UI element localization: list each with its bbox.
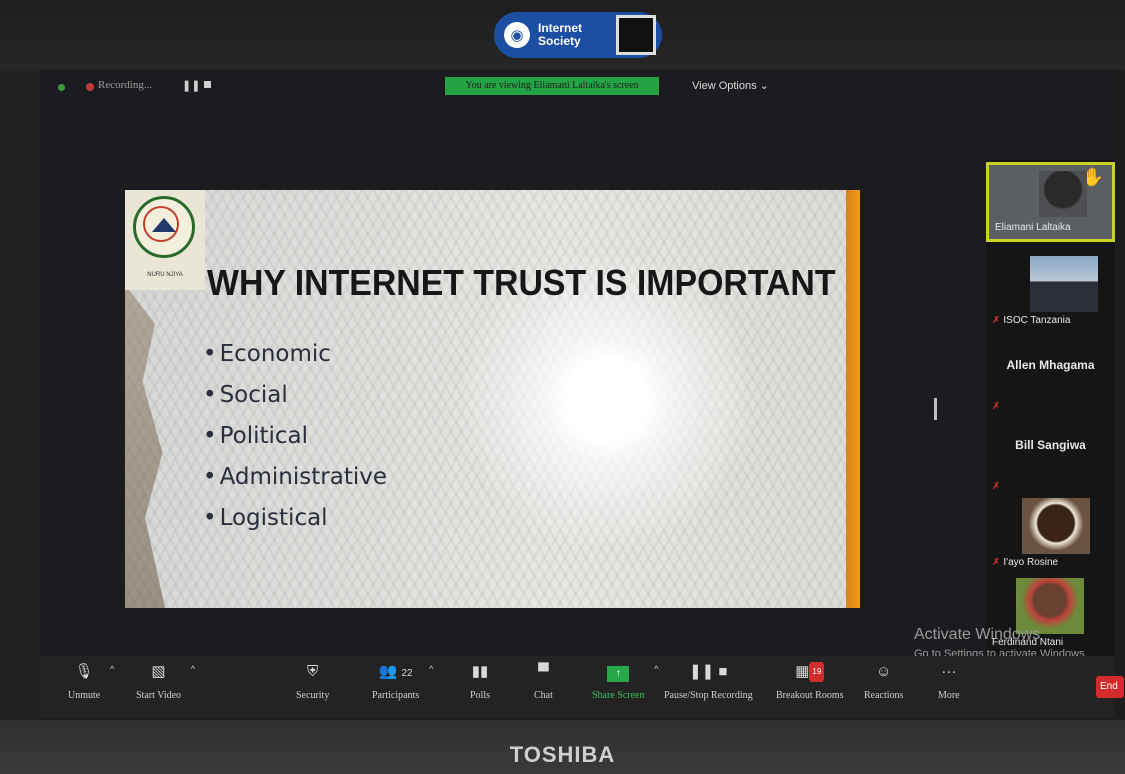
- internet-society-sticker: ◉ Internet Society: [494, 12, 662, 58]
- bullet-item: • Political: [203, 423, 309, 449]
- participant-name: ISOC Tanzania: [1003, 315, 1071, 326]
- pause-stop-icon: ❚❚ ■: [689, 663, 728, 680]
- breakout-rooms-button[interactable]: ▦ 19 Breakout Rooms: [776, 662, 844, 701]
- zoom-meeting-window: Recording... ❚❚ You are viewing Eliamani…: [40, 70, 1124, 720]
- security-button[interactable]: ⛨ Security: [296, 662, 329, 701]
- participant-name: Allen Mhagama: [1006, 358, 1095, 372]
- laptop-bezel-left: [0, 70, 40, 720]
- recording-status: Recording...: [98, 79, 153, 91]
- chevron-up-icon[interactable]: ^: [191, 664, 195, 674]
- bullet-item: • Economic: [203, 341, 331, 367]
- muted-mic-icon: ✗: [992, 401, 1001, 412]
- muted-mic-icon: ✗: [992, 481, 1001, 492]
- chat-button[interactable]: ▀ Chat: [534, 662, 553, 701]
- participant-tile[interactable]: Bill Sangiwa ✗: [986, 418, 1115, 498]
- more-button[interactable]: ··· More: [938, 662, 960, 701]
- chat-icon: ▀: [538, 663, 549, 680]
- participant-tile-active[interactable]: ✋ Eliamani Laltaika: [986, 162, 1115, 242]
- participant-photo: [1022, 498, 1090, 554]
- share-screen-label: Share Screen: [592, 690, 645, 701]
- polls-icon: ▮▮: [471, 663, 489, 680]
- emoji-plus-icon: ☺: [876, 663, 892, 680]
- video-off-icon: ▧: [151, 663, 166, 680]
- participant-tile[interactable]: ✗ I'ayo Rosine: [986, 494, 1115, 574]
- laptop-bezel-right: [1115, 70, 1125, 720]
- sticker-label: Internet Society: [538, 21, 583, 48]
- pause-icon[interactable]: ❚❚: [182, 79, 200, 92]
- unmute-button[interactable]: 🎙 ^ Unmute: [68, 662, 114, 701]
- pause-stop-recording-button[interactable]: ❚❚ ■ Pause/Stop Recording: [664, 662, 753, 701]
- security-shield-icon[interactable]: [58, 84, 65, 91]
- muted-mic-icon: ✗: [992, 557, 1001, 568]
- participants-panel: ✋ Eliamani Laltaika ✗ ISOC Tanzania Allen…: [986, 160, 1115, 680]
- chat-label: Chat: [534, 690, 553, 701]
- watermark-title: Activate Windows: [914, 626, 1041, 643]
- slide-accent-bar: [846, 190, 860, 608]
- start-video-button[interactable]: ▧ ^ Start Video: [136, 662, 195, 701]
- breakout-label: Breakout Rooms: [776, 690, 844, 701]
- share-screen-icon: ↑: [607, 666, 630, 682]
- stop-icon[interactable]: [204, 81, 211, 88]
- reactions-button[interactable]: ☺ Reactions: [864, 662, 903, 701]
- end-label: End: [1100, 681, 1118, 692]
- bullet-item: • Logistical: [203, 505, 328, 531]
- participant-name: I'ayo Rosine: [1003, 557, 1059, 568]
- end-button[interactable]: End: [1096, 676, 1124, 698]
- participants-label: Participants: [372, 690, 420, 701]
- participant-label: ✗ I'ayo Rosine: [992, 557, 1058, 568]
- bullet-item: • Administrative: [203, 464, 387, 490]
- viewing-screen-banner: You are viewing Eliamani Laltaika's scre…: [445, 77, 659, 95]
- polls-button[interactable]: ▮▮ Polls: [470, 662, 490, 701]
- slide-decoration: [125, 285, 165, 608]
- share-icon-wrap: ↑: [592, 662, 644, 682]
- globe-icon: ◉: [504, 22, 530, 48]
- start-video-label: Start Video: [136, 690, 182, 701]
- participant-name: Bill Sangiwa: [1015, 438, 1086, 452]
- participant-photo: [1030, 256, 1098, 312]
- breakout-icon-wrap: ▦ 19: [776, 662, 844, 682]
- webcam: [616, 15, 656, 55]
- participant-tile[interactable]: Allen Mhagama ✗: [986, 338, 1115, 418]
- participants-icon-wrap: 👥 22: [372, 662, 419, 682]
- participants-count: 22: [401, 668, 413, 679]
- more-dots-icon: ···: [941, 663, 957, 680]
- security-label: Security: [296, 690, 330, 701]
- chevron-up-icon[interactable]: ^: [110, 664, 114, 674]
- logo-mountain: [152, 218, 176, 232]
- laptop-brand: TOSHIBA: [509, 742, 616, 767]
- participants-button[interactable]: 👥 22 ^ Participants: [372, 662, 433, 701]
- share-screen-button[interactable]: ↑ ^ Share Screen: [592, 662, 658, 701]
- meeting-topbar: Recording... ❚❚ You are viewing Eliamani…: [40, 70, 1115, 104]
- shared-slide: NURU NJIYA WHY INTERNET TRUST IS IMPORTA…: [125, 190, 860, 608]
- breakout-badge: 19: [809, 662, 825, 682]
- breakout-rooms-icon: ▦: [795, 663, 810, 680]
- muted-mic-icon: ✗: [992, 315, 1001, 326]
- recording-dot-icon: [86, 83, 94, 91]
- muted-mic-icon: 🎙: [74, 663, 94, 680]
- chevron-up-icon[interactable]: ^: [429, 664, 433, 674]
- slide-title: WHY INTERNET TRUST IS IMPORTANT: [207, 262, 836, 303]
- participant-name: Eliamani Laltaika: [995, 222, 1071, 233]
- activate-windows-watermark: Activate Windows Go to Settings to activ…: [914, 626, 1088, 660]
- reactions-label: Reactions: [864, 690, 904, 701]
- logo-motto: NURU NJIYA: [147, 272, 183, 278]
- view-options-button[interactable]: View Options ⌄: [692, 79, 769, 92]
- text-cursor: [934, 398, 937, 420]
- participant-tile[interactable]: ✗ ISOC Tanzania: [986, 252, 1115, 332]
- participant-video: [1039, 171, 1087, 217]
- more-label: More: [938, 690, 960, 701]
- meeting-toolbar: 🎙 ^ Unmute ▧ ^ Start Video ⛨ Security 👥 22…: [40, 656, 1124, 718]
- polls-label: Polls: [470, 690, 491, 701]
- chevron-up-icon[interactable]: ^: [654, 664, 658, 674]
- unmute-label: Unmute: [68, 690, 101, 701]
- slide-bullets: • Economic • Social • Political • Administra…: [203, 334, 387, 539]
- participants-icon: 👥: [378, 663, 398, 680]
- bullet-item: • Social: [203, 382, 288, 408]
- university-logo: NURU NJIYA: [125, 190, 205, 290]
- shield-icon: ⛨: [307, 663, 319, 680]
- recording-label: Pause/Stop Recording: [664, 690, 753, 701]
- participant-label: ✗ ISOC Tanzania: [992, 315, 1070, 326]
